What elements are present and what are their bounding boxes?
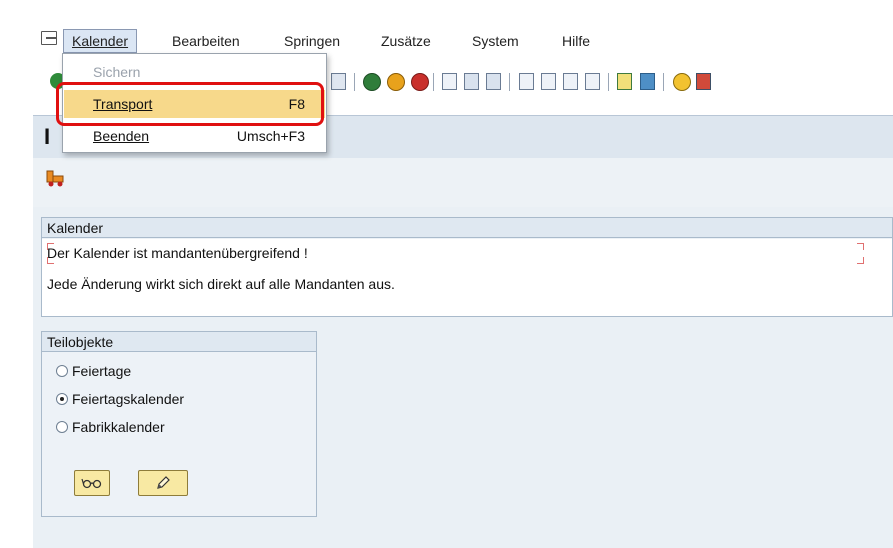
- application-toolbar: [33, 158, 893, 207]
- toolbar-separator: [433, 73, 434, 91]
- teilobjekte-group-title: Teilobjekte: [42, 332, 316, 352]
- radio-button[interactable]: [56, 421, 68, 433]
- previous-page-icon[interactable]: [541, 73, 556, 90]
- text-bracket: [857, 243, 864, 250]
- menu-hilfe[interactable]: Hilfe: [562, 31, 590, 51]
- glasses-icon: [81, 478, 102, 489]
- info-line-2: Jede Änderung wirkt sich direkt auf alle…: [47, 276, 395, 292]
- menu-springen[interactable]: Springen: [284, 31, 340, 51]
- display-button[interactable]: [74, 470, 110, 496]
- cancel-icon[interactable]: [411, 73, 429, 91]
- screen-title: I: [44, 124, 51, 149]
- menu-navigate-icon[interactable]: [41, 31, 57, 45]
- info-line-1: Der Kalender ist mandantenübergreifend !: [47, 245, 308, 261]
- layout-icon[interactable]: [696, 73, 711, 90]
- toolbar-separator: [354, 73, 355, 91]
- menu-item-beenden[interactable]: Beenden Umsch+F3: [64, 122, 325, 150]
- highlight-annotation: [56, 82, 324, 126]
- save-icon[interactable]: [331, 73, 346, 90]
- back-icon[interactable]: [363, 73, 381, 91]
- toolbar-separator: [663, 73, 664, 91]
- print-icon[interactable]: [442, 73, 457, 90]
- last-page-icon[interactable]: [585, 73, 600, 90]
- toolbar-separator: [509, 73, 510, 91]
- next-page-icon[interactable]: [563, 73, 578, 90]
- menu-kalender[interactable]: Kalender: [63, 29, 138, 53]
- exit-icon[interactable]: [387, 73, 405, 91]
- pencil-icon: [157, 476, 170, 489]
- find-next-icon[interactable]: [486, 73, 501, 90]
- transport-truck-icon[interactable]: [45, 170, 65, 188]
- change-button[interactable]: [138, 470, 188, 496]
- radio-button-selected[interactable]: [56, 393, 68, 405]
- menu-system[interactable]: System: [472, 31, 519, 51]
- kalender-info-text: Der Kalender ist mandantenübergreifend !…: [42, 239, 892, 316]
- first-page-icon[interactable]: [519, 73, 534, 90]
- toolbar-separator: [608, 73, 609, 91]
- menu-bar: Kalender Bearbeiten Springen Zusätze Sys…: [33, 24, 893, 54]
- radio-button[interactable]: [56, 365, 68, 377]
- kalender-group-title: Kalender: [42, 218, 892, 238]
- menu-zusaetze[interactable]: Zusätze: [381, 31, 431, 51]
- teilobjekte-groupbox: Teilobjekte Feiertage Feiertagskalender …: [41, 331, 317, 517]
- text-bracket: [857, 257, 864, 264]
- shortcut-icon[interactable]: [640, 73, 655, 90]
- new-session-icon[interactable]: [617, 73, 632, 90]
- kalender-groupbox: Kalender Der Kalender ist mandantenüberg…: [41, 217, 893, 317]
- menu-bearbeiten[interactable]: Bearbeiten: [172, 31, 240, 51]
- help-icon[interactable]: [673, 73, 691, 91]
- find-icon[interactable]: [464, 73, 479, 90]
